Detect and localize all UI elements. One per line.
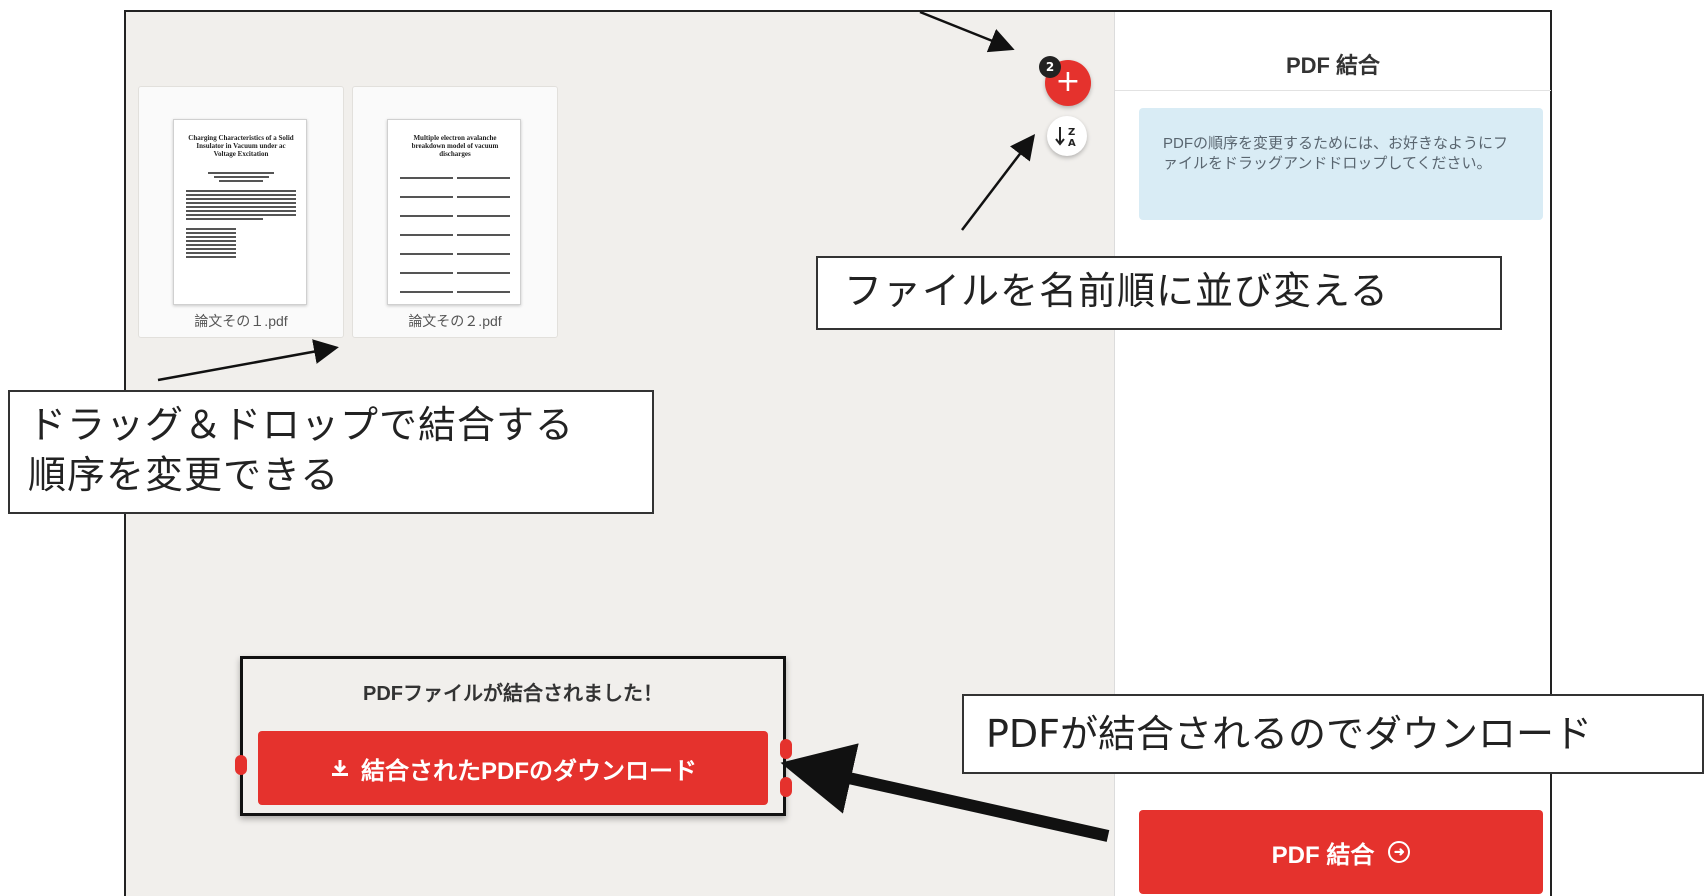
annotation-drag-line-2: 順序を変更できる <box>28 453 340 497</box>
annotation-drag-line-1: ドラッグ＆ドロップで結合する <box>28 403 575 447</box>
annotation-download: PDFが結合されるのでダウンロード <box>962 694 1704 774</box>
arrow-to-add-button <box>919 10 1015 53</box>
arrow-to-sort-button <box>961 134 1036 231</box>
arrow-to-download-button <box>780 743 1110 842</box>
screenshot-stage: Charging Characteristics of a Solid Insu… <box>0 0 1704 896</box>
annotation-drag-drop: ドラッグ＆ドロップで結合する 順序を変更できる <box>8 390 654 514</box>
annotation-sort: ファイルを名前順に並び変える <box>816 256 1502 330</box>
arrow-to-file-cards <box>157 339 339 382</box>
